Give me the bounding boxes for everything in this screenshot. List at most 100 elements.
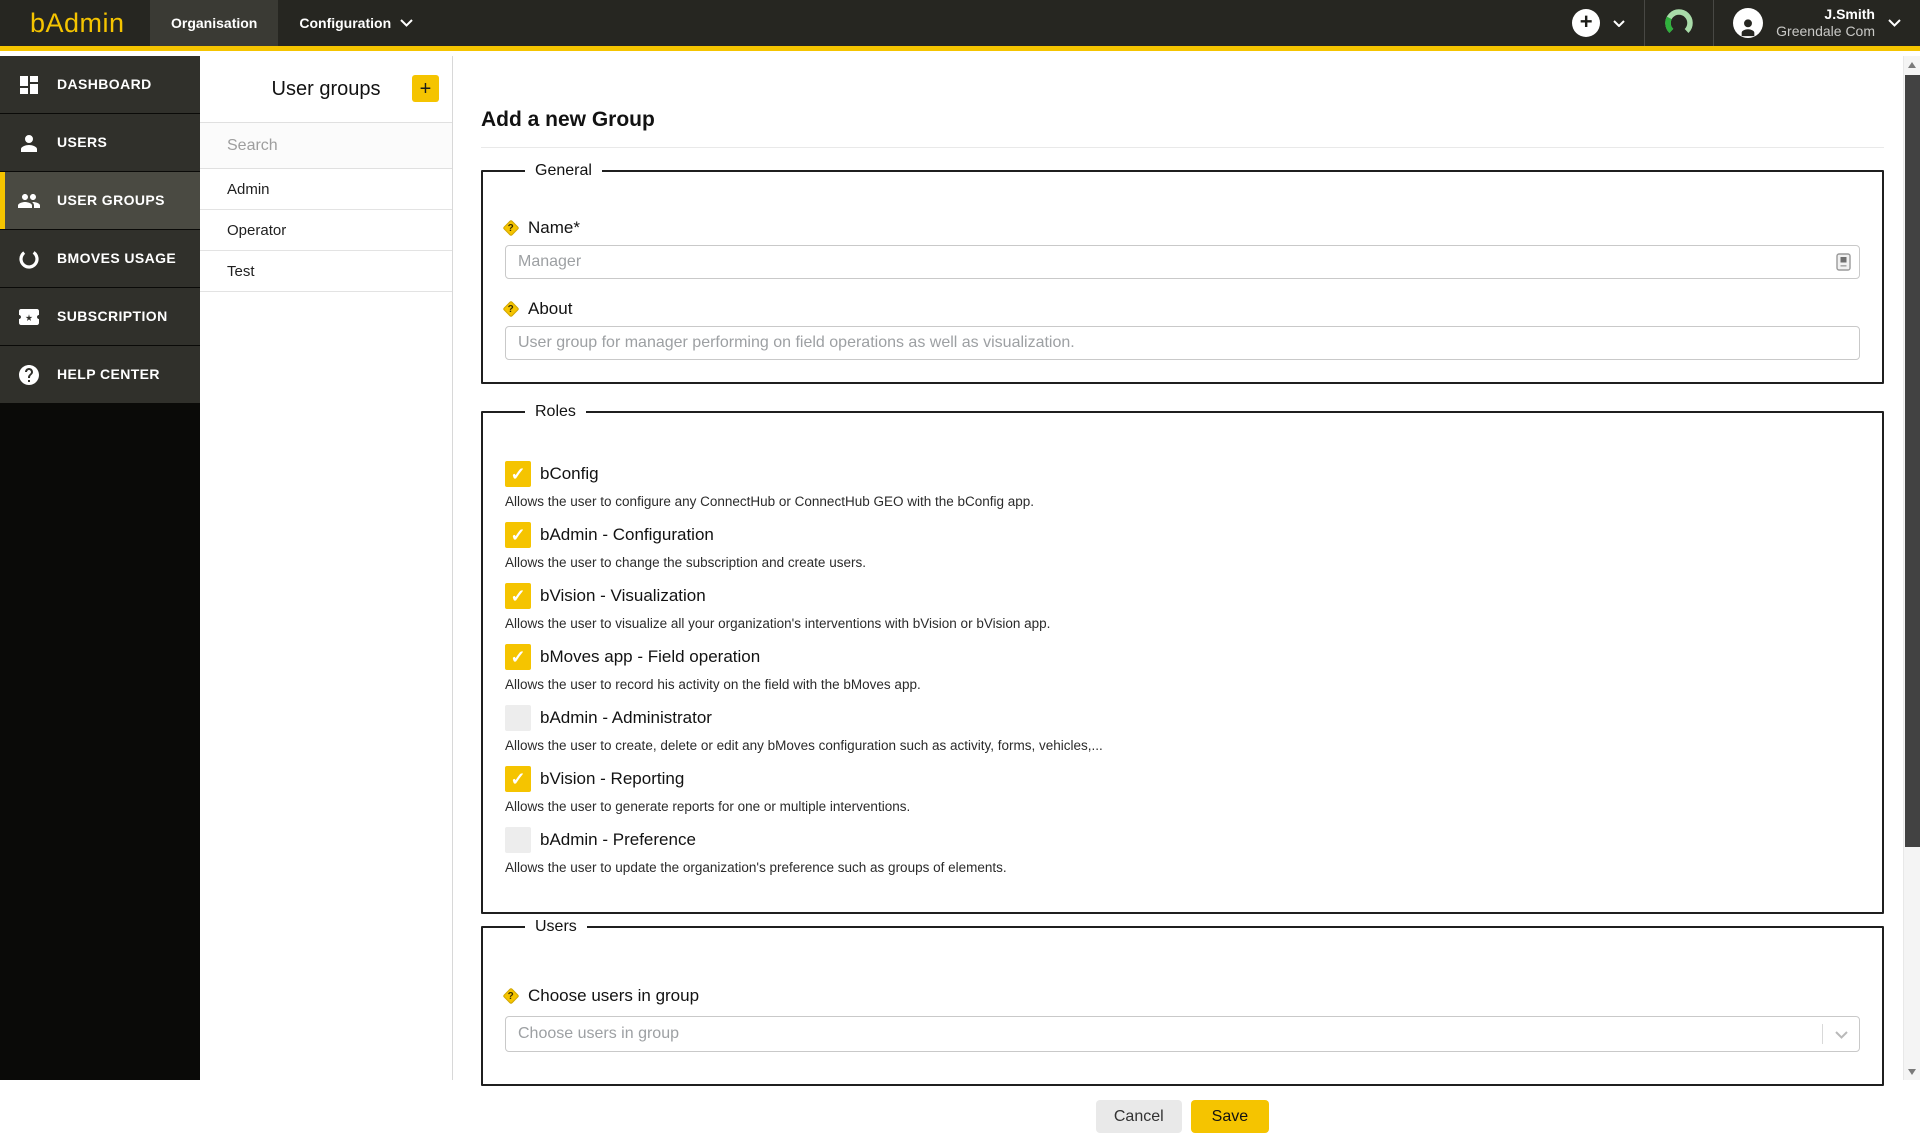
user-icon [21,134,37,152]
user-organisation: Greendale Com [1776,23,1875,39]
role-title: bMoves app - Field operation [540,647,761,666]
sidebar-item-label: USERS [57,134,108,151]
person-icon [1741,19,1755,37]
about-input[interactable] [505,326,1860,360]
choose-users-select[interactable]: Choose users in group [505,1016,1860,1052]
sidebar-item-label: USER GROUPS [57,192,165,209]
checkbox[interactable] [505,583,531,609]
scroll-up-arrow[interactable] [1904,56,1920,73]
users-legend: Users [535,918,577,935]
role-checkbox-row[interactable]: bConfig [505,461,1860,487]
app-logo[interactable]: bAdmin [0,0,150,46]
role-description: Allows the user to record his activity o… [505,677,921,692]
general-legend: General [535,162,592,179]
role-title: bVision - Reporting [540,769,685,788]
role-checkbox-row[interactable]: bVision - Reporting [505,766,1860,792]
role-bmoves-field-operation: bMoves app - Field operation Allows the … [505,644,1860,692]
list-item-operator[interactable]: Operator [200,210,452,251]
usage-gauge-icon [1665,9,1693,37]
role-badmin-administrator: bAdmin - Administrator Allows the user t… [505,705,1860,753]
chevron-down-icon[interactable] [1613,19,1625,27]
role-bvision-reporting: bVision - Reporting Allows the user to g… [505,766,1860,814]
search-row [200,122,452,169]
sidebar-item-subscription[interactable]: SUBSCRIPTION [0,288,200,345]
sidebar-item-bmoves-usage[interactable]: BMOVES USAGE [0,230,200,287]
dashboard-icon [20,75,38,94]
role-checkbox-row[interactable]: bMoves app - Field operation [505,644,1860,670]
role-checkbox-row[interactable]: bAdmin - Administrator [505,705,1860,731]
name-input-wrap [505,245,1860,279]
select-divider [1822,1024,1823,1044]
sidebar-item-label: DASHBOARD [57,76,152,93]
role-title: bConfig [540,464,599,483]
help-icon[interactable]: ? [502,300,520,318]
chevron-down-icon [1888,19,1901,27]
panel-title: User groups [271,77,381,100]
checkbox[interactable] [505,644,531,670]
role-description: Allows the user to create, delete or edi… [505,738,1103,753]
role-title: bVision - Visualization [540,586,706,605]
role-description: Allows the user to update the organizati… [505,860,1007,875]
menu-tab-label: Organisation [171,15,258,31]
help-icon[interactable]: ? [502,219,520,237]
role-title: bAdmin - Administrator [540,708,712,727]
panel-header: User groups + [200,56,452,122]
sidebar-item-user-groups[interactable]: USER GROUPS [0,172,200,229]
checkbox[interactable] [505,705,531,731]
checkbox[interactable] [505,827,531,853]
role-badmin-configuration: bAdmin - Configuration Allows the user t… [505,522,1860,570]
sidebar-item-users[interactable]: USERS [0,114,200,171]
form-actions: Cancel Save [481,1100,1884,1133]
cancel-button[interactable]: Cancel [1095,1100,1182,1133]
list-item-admin[interactable]: Admin [200,169,452,210]
checkbox[interactable] [505,766,531,792]
scrollbar-thumb[interactable] [1905,75,1920,847]
search-input[interactable] [200,123,452,168]
role-title: bAdmin - Preference [540,830,696,849]
checkbox[interactable] [505,522,531,548]
scroll-down-arrow[interactable] [1904,1063,1920,1080]
sidebar-item-help-center[interactable]: HELP CENTER [0,346,200,403]
main-content: Add a new Group General ? Name* ? About … [453,56,1903,1133]
roles-legend: Roles [535,403,576,420]
role-description: Allows the user to visualize all your or… [505,616,1051,631]
add-group-button[interactable]: + [412,75,439,102]
role-description: Allows the user to generate reports for … [505,799,911,814]
checkbox[interactable] [505,461,531,487]
menu-tab-organisation[interactable]: Organisation [150,0,279,46]
ticket-star-icon [19,308,39,325]
menu-tab-label: Configuration [299,15,392,31]
role-description: Allows the user to change the subscripti… [505,555,866,570]
help-circle-icon [19,364,39,385]
user-menu[interactable]: J.Smith Greendale Com [1713,0,1920,46]
about-input-wrap [505,326,1860,360]
user-groups-icon [18,193,40,208]
role-checkbox-row[interactable]: bVision - Visualization [505,583,1860,609]
avatar [1733,8,1764,38]
sidebar-item-dashboard[interactable]: DASHBOARD [0,56,200,113]
about-label-row: ? About [502,299,1860,319]
title-divider [481,147,1884,148]
role-badmin-preference: bAdmin - Preference Allows the user to u… [505,827,1860,875]
page-title: Add a new Group [481,108,655,131]
name-input[interactable] [505,245,1860,279]
name-label-row: ? Name* [502,218,1860,238]
usage-gauge-group[interactable] [1644,0,1713,46]
autofill-icon[interactable] [1836,253,1851,271]
list-item-test[interactable]: Test [200,251,452,292]
about-label: About [528,299,573,318]
choose-users-label-row: ? Choose users in group [502,986,1860,1006]
role-bvision-visualization: bVision - Visualization Allows the user … [505,583,1860,631]
help-icon[interactable]: ? [502,987,520,1005]
save-button[interactable]: Save [1190,1100,1270,1133]
choose-users-label: Choose users in group [528,986,700,1005]
role-checkbox-row[interactable]: bAdmin - Preference [505,827,1860,853]
role-checkbox-row[interactable]: bAdmin - Configuration [505,522,1860,548]
add-circle-button[interactable]: + [1572,9,1601,37]
chevron-down-icon [400,19,413,27]
menu-tab-configuration[interactable]: Configuration [278,0,434,46]
user-groups-panel: User groups + Admin Operator Test [200,56,453,1080]
vertical-scrollbar[interactable] [1903,56,1920,1080]
name-label: Name* [528,218,580,237]
